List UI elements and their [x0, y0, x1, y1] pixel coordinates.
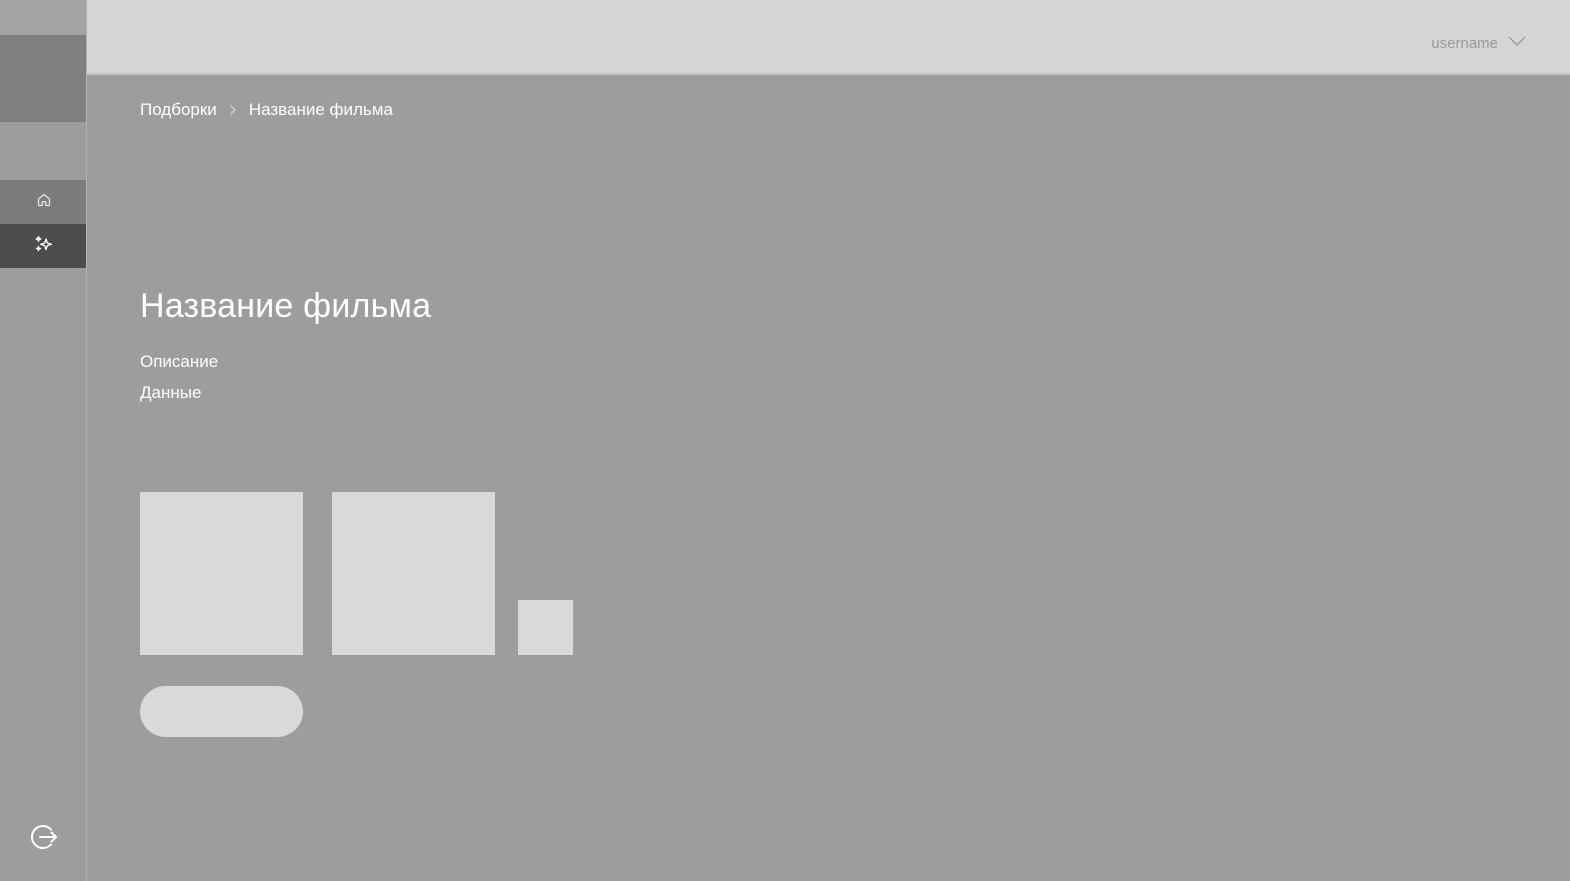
- sidebar-top-strip: [0, 0, 87, 35]
- breadcrumb: Подборки Название фильма: [140, 100, 393, 120]
- sparkles-icon: [34, 235, 54, 258]
- logo-placeholder[interactable]: [0, 35, 87, 122]
- sidebar: [0, 0, 87, 881]
- username-label: username: [1431, 34, 1498, 52]
- logout-icon: [29, 822, 59, 857]
- image-placeholder-small[interactable]: [518, 600, 573, 655]
- sidebar-divider: [86, 0, 87, 881]
- description-label: Описание: [140, 352, 219, 371]
- image-placeholder-1: [140, 492, 303, 655]
- sidebar-item-collections[interactable]: [0, 224, 87, 268]
- chevron-down-icon: [1508, 34, 1526, 52]
- breadcrumb-item-current: Название фильма: [248, 100, 393, 119]
- chevron-right-icon: [229, 104, 237, 116]
- data-label: Данные: [140, 383, 202, 402]
- top-header: username: [87, 0, 1570, 75]
- logout-button[interactable]: [27, 822, 61, 856]
- user-menu[interactable]: username: [1431, 34, 1526, 52]
- action-button[interactable]: [140, 686, 303, 737]
- sidebar-item-home[interactable]: [0, 180, 87, 224]
- breadcrumb-item-collections[interactable]: Подборки: [140, 100, 217, 120]
- home-icon: [36, 192, 52, 213]
- image-placeholder-2: [332, 492, 495, 655]
- page-title: Название фильма: [140, 287, 432, 325]
